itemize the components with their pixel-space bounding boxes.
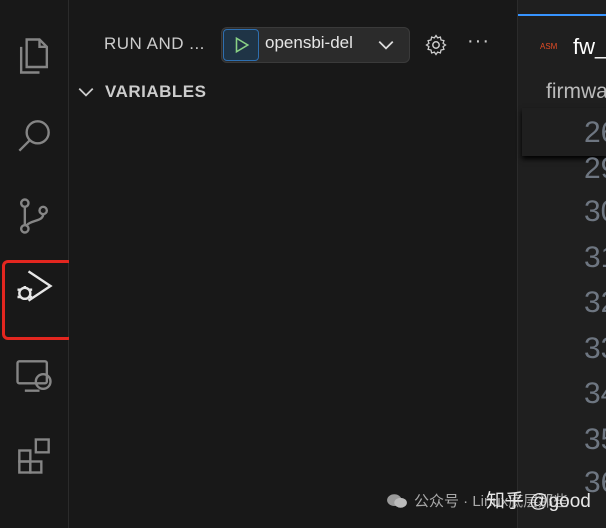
- line-number: 32: [584, 286, 606, 319]
- asm-file-icon: ASM: [540, 42, 558, 51]
- chevron-down-icon: [78, 87, 94, 97]
- play-icon: [235, 36, 250, 54]
- line-number: 33: [584, 332, 606, 365]
- line-number: 29: [584, 152, 606, 185]
- run-and-debug-sidebar: RUN AND ... opensbi-del ··· VARIABLES: [69, 0, 516, 528]
- extensions-icon[interactable]: [0, 426, 68, 486]
- remote-explorer-icon[interactable]: [0, 346, 68, 406]
- line-number: 34: [584, 377, 606, 410]
- start-debugging-button[interactable]: [223, 29, 259, 61]
- line-number: 31: [584, 241, 606, 274]
- watermark-brand: 知乎 @good: [486, 491, 591, 512]
- explorer-icon[interactable]: [0, 26, 68, 86]
- line-number: 30: [584, 195, 606, 228]
- variables-section-label: VARIABLES: [105, 82, 207, 101]
- more-actions-icon[interactable]: ···: [467, 30, 490, 53]
- breadcrumb[interactable]: firmwa: [546, 80, 606, 104]
- line-number: 35: [584, 423, 606, 456]
- wechat-icon: [387, 493, 407, 508]
- sidebar-title: RUN AND ...: [104, 34, 205, 53]
- variables-section-header[interactable]: VARIABLES: [77, 82, 206, 102]
- editor-tab-active[interactable]: ASM fw_: [518, 14, 606, 72]
- gear-icon[interactable]: [424, 33, 448, 57]
- chevron-down-icon[interactable]: [377, 36, 395, 54]
- search-icon[interactable]: [0, 106, 68, 166]
- source-control-icon[interactable]: [0, 186, 68, 246]
- debug-config-select[interactable]: opensbi-del: [265, 33, 353, 53]
- line-number: 26: [584, 116, 606, 149]
- editor-area: ASM fw_ firmwa 26 29 30 31 32 33 34 35 3…: [517, 0, 606, 528]
- run-debug-highlight: [2, 260, 74, 340]
- tab-label: fw_: [573, 34, 606, 59]
